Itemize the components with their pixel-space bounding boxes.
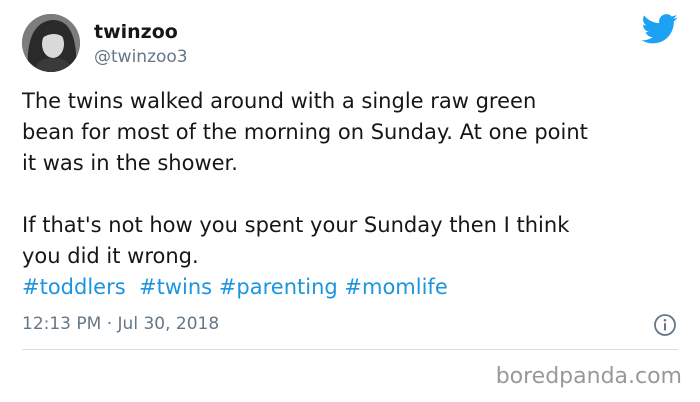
display-name[interactable]: twinzoo [94,20,178,44]
twitter-bird-icon[interactable] [642,14,678,44]
tweet-paragraph-1: The twins walked around with a single ra… [22,89,588,175]
avatar-photo [22,14,80,72]
tweet-text: The twins walked around with a single ra… [22,86,692,303]
tweet-card: twinzoo @twinzoo3 The twins walked aroun… [0,0,700,402]
hashtag-twins[interactable]: #twins [139,275,212,299]
hashtag-list: #toddlers #twins #parenting #momlife [22,272,692,303]
info-icon[interactable] [653,313,677,337]
tweet-paragraph-2: If that's not how you spent your Sunday … [22,213,570,268]
watermark: boredpanda.com [495,364,682,389]
timestamp-date: Jul 30, 2018 [117,314,220,334]
avatar[interactable] [22,14,80,72]
timestamp-separator: · [101,314,118,334]
hashtag-momlife[interactable]: #momlife [344,275,447,299]
divider [22,349,678,350]
tweet-timestamp[interactable]: 12:13 PM · Jul 30, 2018 [22,313,219,335]
hashtag-toddlers[interactable]: #toddlers [22,275,126,299]
user-handle[interactable]: @twinzoo3 [94,46,188,68]
hashtag-parenting[interactable]: #parenting [219,275,338,299]
timestamp-time: 12:13 PM [22,314,102,334]
